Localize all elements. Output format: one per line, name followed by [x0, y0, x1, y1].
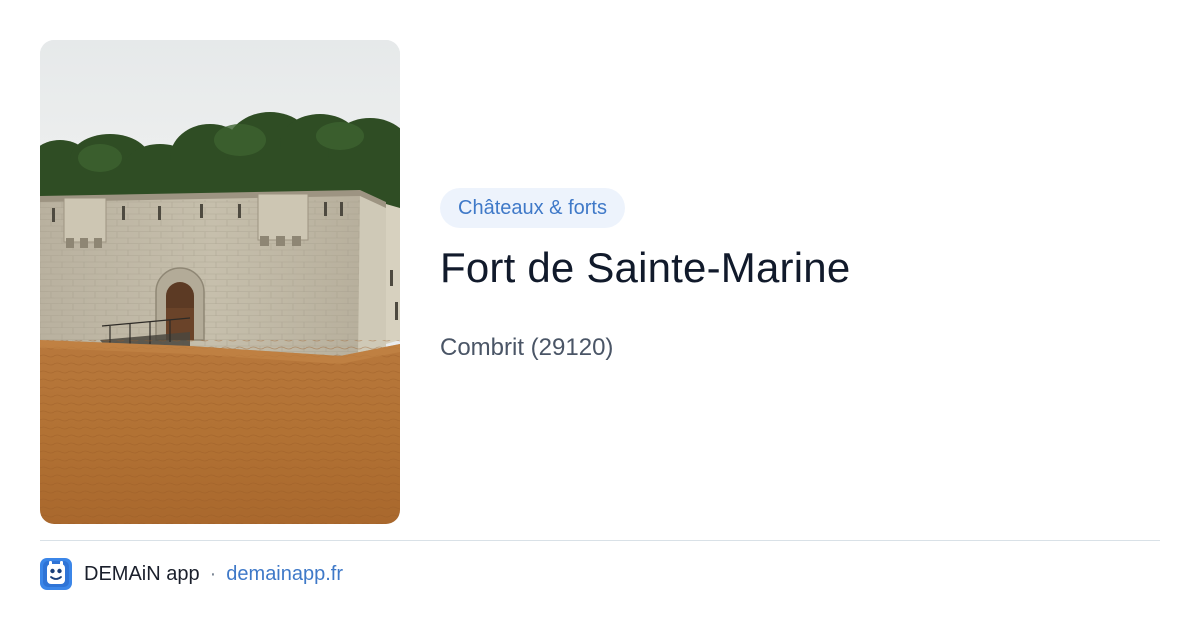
- fort-photo-illustration: [40, 40, 400, 524]
- app-logo-icon: [40, 558, 72, 590]
- place-photo: [40, 40, 400, 524]
- domain-link[interactable]: demainapp.fr: [226, 563, 343, 586]
- place-location: Combrit (29120): [440, 334, 614, 361]
- footer: DEMAiN app · demainapp.fr: [40, 558, 343, 590]
- footer-separator: ·: [209, 562, 217, 585]
- category-area: Châteaux & forts: [440, 188, 625, 228]
- place-title: Fort de Sainte-Marine: [440, 244, 851, 291]
- category-tag[interactable]: Châteaux & forts: [440, 188, 625, 228]
- app-name: DEMAiN app: [84, 562, 200, 585]
- footer-divider: [40, 540, 1160, 541]
